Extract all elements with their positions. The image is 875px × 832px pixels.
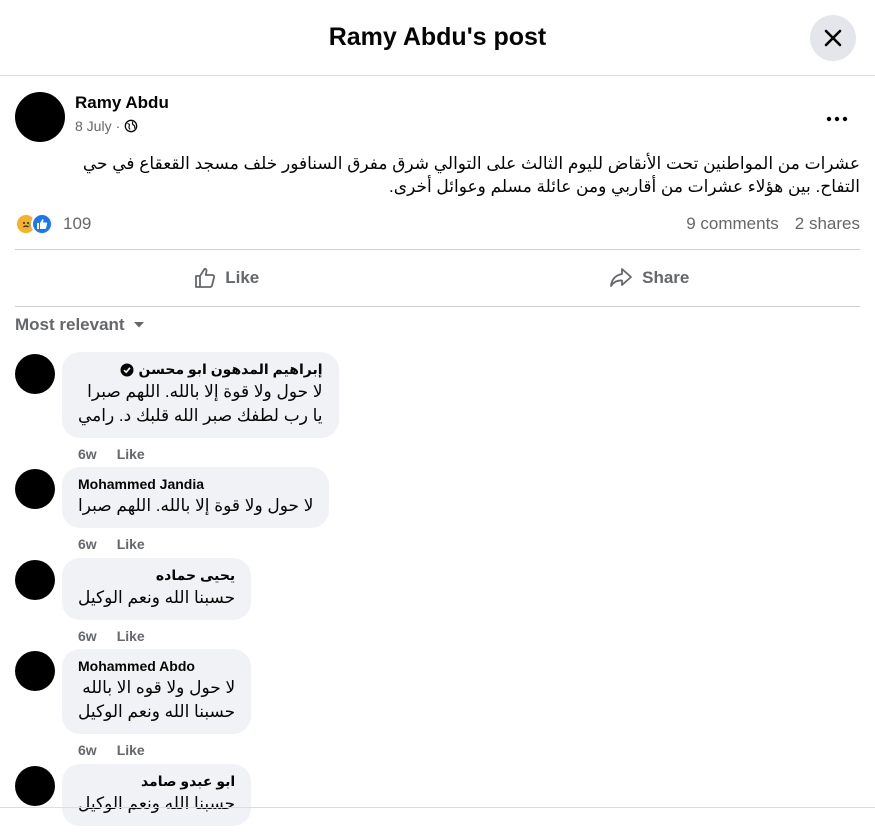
commenter-name[interactable]: Mohammed Jandia — [78, 476, 313, 492]
comment-like-button[interactable]: Like — [117, 742, 145, 758]
post-text-line: التفاح. بين هؤلاء عشرات من أقاربي ومن عا… — [389, 177, 860, 196]
close-icon — [824, 29, 842, 47]
comment: إبراهيم المدهون ابو محسن لا حول ولا قوة … — [15, 352, 860, 467]
author-avatar[interactable] — [15, 92, 65, 142]
comment-sort[interactable]: Most relevant — [15, 315, 860, 335]
share-label: Share — [642, 268, 690, 287]
post-actions: Like Share — [15, 249, 860, 307]
globe-icon — [124, 119, 138, 133]
comment: Mohammed Abdo لا حول ولا قوه الا بالله ح… — [15, 649, 860, 764]
comment-text-line: لا حول ولا قوة إلا بالله. اللهم صبرا — [87, 382, 323, 401]
more-icon — [826, 116, 848, 122]
share-icon — [610, 268, 633, 287]
commenter-avatar[interactable] — [15, 651, 55, 691]
comment-time[interactable]: 6w — [78, 742, 97, 758]
comments-list: إبراهيم المدهون ابو محسن لا حول ولا قوة … — [0, 352, 875, 826]
close-button[interactable] — [810, 15, 856, 61]
commenter-name-text: إبراهيم المدهون ابو محسن — [138, 361, 323, 377]
commenter-name[interactable]: ابو عبدو صامد — [78, 773, 235, 790]
comment-text-line: يا رب لطفك صبر الله قلبك د. رامي — [78, 406, 323, 425]
like-reaction-icon — [31, 213, 53, 235]
shares-count[interactable]: 2 shares — [795, 214, 860, 234]
post-header: Ramy Abdu 8 July · — [15, 76, 860, 142]
post-stats: 109 9 comments 2 shares — [15, 211, 860, 237]
comment-text: لا حول ولا قوة إلا بالله. اللهم صبرا يا … — [78, 380, 323, 428]
comment-text: حسبنا الله ونعم الوكيل — [78, 794, 236, 813]
comment: ابو عبدو صامد حسبنا الله ونعم الوكيل — [15, 764, 860, 826]
meta-separator: · — [115, 118, 121, 134]
like-button[interactable]: Like — [15, 250, 438, 306]
post-text-line: عشرات من المواطنين تحت الأنقاض لليوم الث… — [82, 154, 860, 173]
comment-bubble: Mohammed Abdo لا حول ولا قوه الا بالله ح… — [62, 649, 252, 734]
comment-text: لا حول ولا قوه الا بالله حسبنا الله ونعم… — [78, 676, 235, 724]
comment-time[interactable]: 6w — [78, 446, 97, 462]
commenter-avatar[interactable] — [15, 560, 55, 600]
like-label: Like — [225, 268, 260, 287]
verified-icon — [120, 363, 134, 376]
comment-text-line: حسبنا الله ونعم الوكيل — [78, 702, 236, 721]
post-meta: 8 July · — [75, 118, 169, 134]
comment-time[interactable]: 6w — [78, 536, 97, 552]
commenter-name[interactable]: يحيى حماده — [78, 567, 235, 584]
commenter-name[interactable]: إبراهيم المدهون ابو محسن — [78, 361, 323, 378]
reaction-count: 109 — [63, 214, 92, 233]
post-date[interactable]: 8 July — [75, 118, 112, 134]
commenter-avatar[interactable] — [15, 354, 55, 394]
bottom-divider — [0, 807, 875, 808]
post: Ramy Abdu 8 July · عشرات من المواطنين تح… — [0, 76, 875, 335]
comment-time[interactable]: 6w — [78, 628, 97, 644]
comment-like-button[interactable]: Like — [117, 446, 145, 462]
post-dialog: Ramy Abdu's post Ramy Abdu 8 July · عشرا… — [0, 0, 875, 832]
comment-footer: 6w Like — [62, 740, 251, 760]
comment-footer: 6w Like — [62, 626, 251, 646]
post-text: عشرات من المواطنين تحت الأنقاض لليوم الث… — [15, 152, 860, 198]
author-name[interactable]: Ramy Abdu — [75, 93, 169, 113]
comments-count[interactable]: 9 comments — [686, 214, 779, 234]
like-icon — [195, 268, 216, 288]
share-button[interactable]: Share — [438, 250, 861, 306]
more-options-button[interactable] — [822, 104, 852, 134]
comment-bubble: يحيى حماده حسبنا الله ونعم الوكيل — [62, 558, 252, 620]
reactions[interactable]: 109 — [15, 213, 91, 235]
comment-footer: 6w Like — [62, 534, 329, 554]
comment-footer: 6w Like — [62, 444, 339, 464]
commenter-avatar[interactable] — [15, 469, 55, 509]
comment-bubble: إبراهيم المدهون ابو محسن لا حول ولا قوة … — [62, 352, 339, 438]
dropdown-icon — [133, 322, 144, 328]
comment-bubble: Mohammed Jandia لا حول ولا قوة إلا بالله… — [62, 467, 330, 528]
sort-label: Most relevant — [15, 315, 125, 334]
comment-like-button[interactable]: Like — [117, 628, 145, 644]
comment: Mohammed Jandia لا حول ولا قوة إلا بالله… — [15, 467, 860, 558]
comment-text: لا حول ولا قوة إلا بالله. اللهم صبرا — [78, 496, 314, 515]
comment: يحيى حماده حسبنا الله ونعم الوكيل 6w Lik… — [15, 558, 860, 649]
dialog-title: Ramy Abdu's post — [328, 23, 547, 51]
comment-text: حسبنا الله ونعم الوكيل — [78, 588, 236, 607]
dialog-header: Ramy Abdu's post — [0, 0, 875, 76]
commenter-name[interactable]: Mohammed Abdo — [78, 658, 235, 674]
comment-like-button[interactable]: Like — [117, 536, 145, 552]
comment-text-line: لا حول ولا قوه الا بالله — [82, 678, 236, 697]
comment-bubble: ابو عبدو صامد حسبنا الله ونعم الوكيل — [62, 764, 252, 826]
commenter-avatar[interactable] — [15, 766, 55, 806]
